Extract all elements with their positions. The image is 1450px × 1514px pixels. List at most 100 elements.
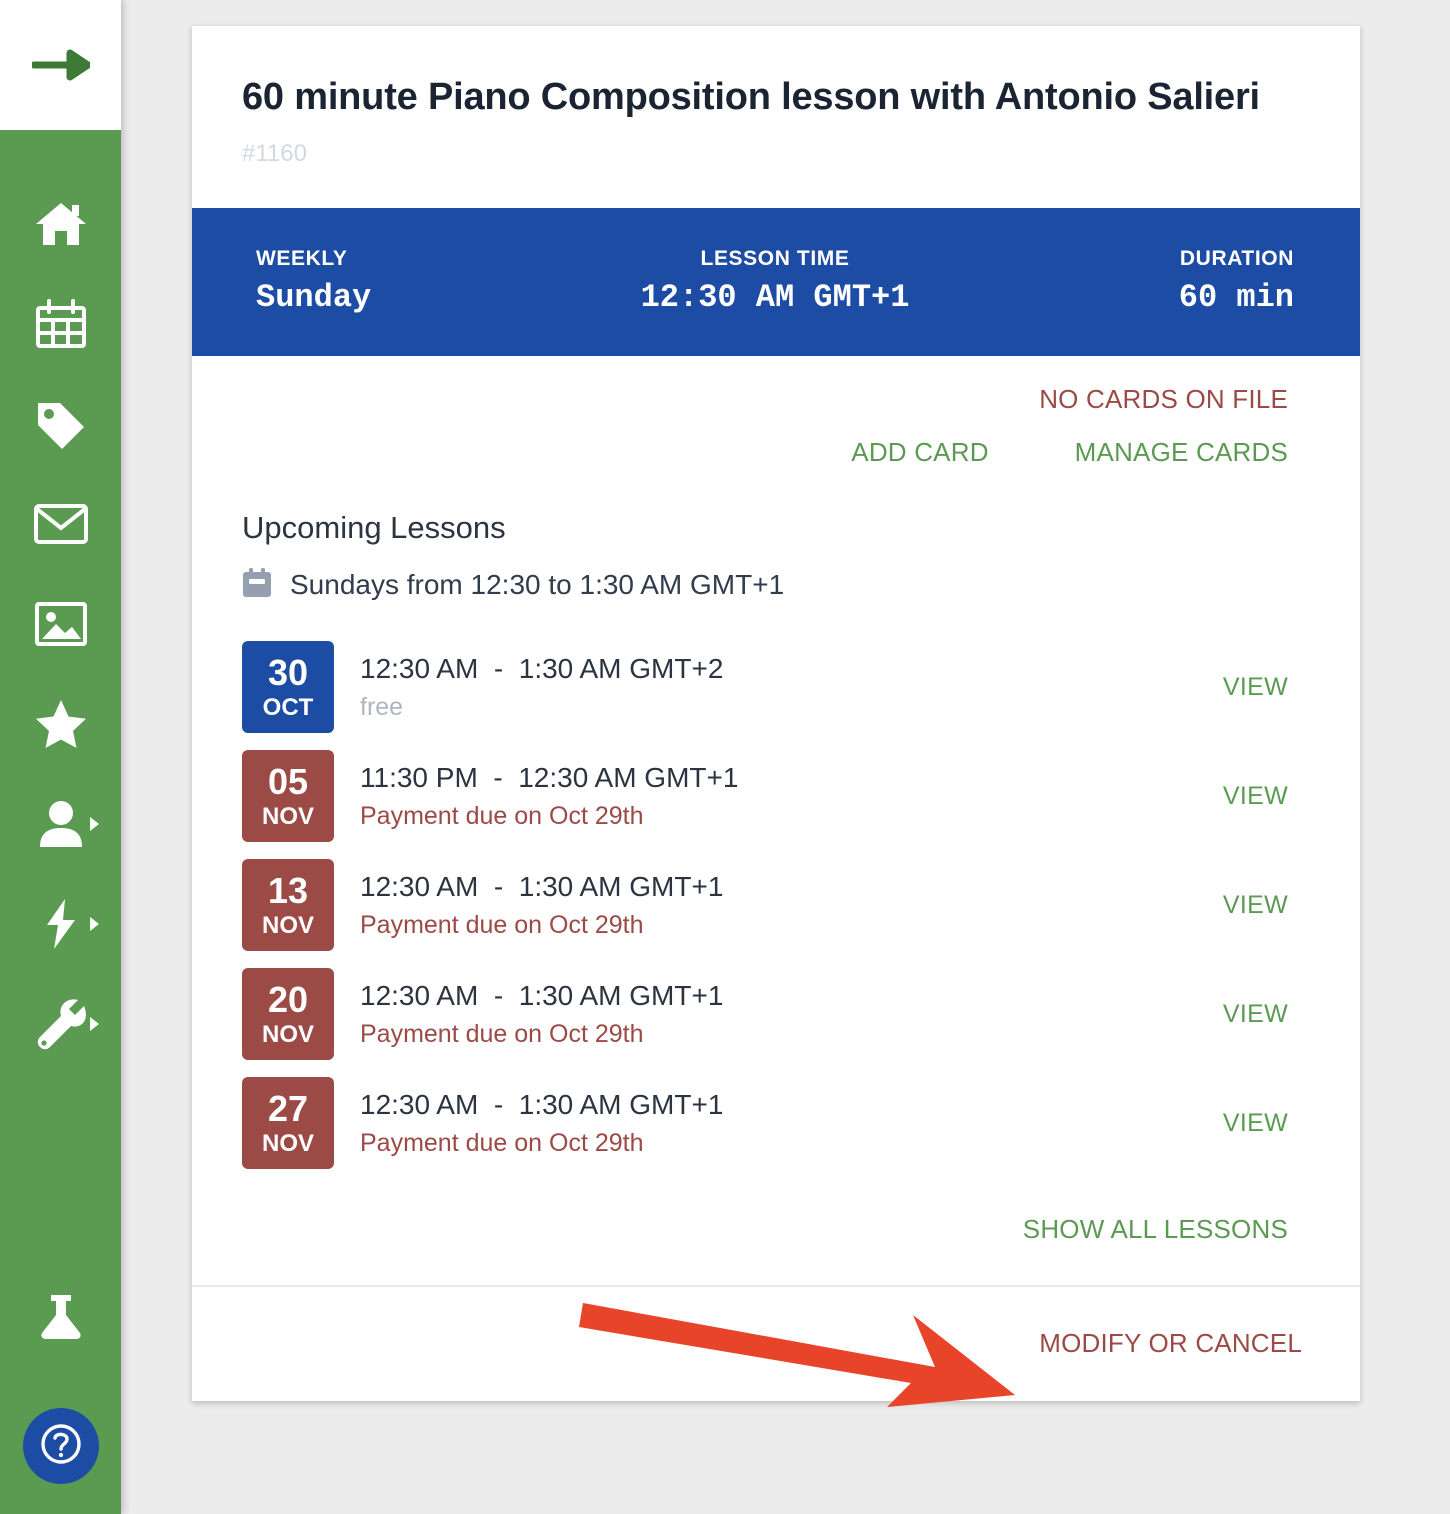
sidebar-item-home[interactable] [0,174,121,274]
lesson-row: 20 NOV 12:30 AM - 1:30 AM GMT+1 Payment due… [242,960,1288,1069]
image-icon [34,601,88,647]
arrow-right-icon [31,40,90,90]
card-header: 60 minute Piano Composition lesson with … [192,26,1360,208]
summary-time-value: 12:30 AM GMT+1 [640,279,910,317]
tag-icon [34,399,88,449]
card-actions: ADD CARD MANAGE CARDS [192,437,1288,468]
lesson-date-day: 13 [267,869,309,911]
lesson-list: 30 OCT 12:30 AM - 1:30 AM GMT+2 free VIEW 05 N… [242,633,1288,1178]
lesson-row: 05 NOV 11:30 PM - 12:30 AM GMT+1 Payment du… [242,742,1288,851]
sidebar-item-calendar[interactable] [0,274,121,374]
summary-recurrence-label: WEEKLY [256,247,348,271]
summary-time-label: LESSON TIME [700,247,850,271]
sidebar-bottom-group [0,1260,121,1514]
help-button-wrapper [0,1378,121,1514]
lesson-info: 12:30 AM - 1:30 AM GMT+1 Payment due on O… [334,980,1223,1049]
sidebar-item-messages[interactable] [0,474,121,574]
sidebar-item-settings[interactable] [0,974,121,1074]
sidebar-item-activity[interactable] [0,874,121,974]
chevron-right-icon [90,1017,99,1031]
user-icon [38,799,84,849]
lesson-info: 12:30 AM - 1:30 AM GMT+2 free [334,653,1223,722]
star-icon [34,698,88,750]
sidebar-item-labs[interactable] [0,1260,121,1378]
show-all-row: SHOW ALL LESSONS [192,1178,1360,1285]
sidebar-toggle-button[interactable] [0,0,121,130]
upcoming-lessons-section: Upcoming Lessons Sundays from 12:30 to 1… [192,478,1360,1178]
lesson-id: #1160 [242,139,307,167]
lesson-time-range: 12:30 AM - 1:30 AM GMT+1 [360,979,724,1011]
envelope-icon [33,502,89,546]
lesson-row: 30 OCT 12:30 AM - 1:30 AM GMT+2 free VIEW [242,633,1288,742]
show-all-lessons-link[interactable]: SHOW ALL LESSONS [1023,1214,1288,1244]
lesson-date-month: NOV [261,1129,314,1157]
lesson-info: 11:30 PM - 12:30 AM GMT+1 Payment due on … [334,762,1223,831]
lesson-payment-due-label: Payment due on Oct 29th [360,801,644,830]
chevron-right-icon [90,817,99,831]
lesson-date-month: NOV [261,802,314,830]
lesson-time-range: 12:30 AM - 1:30 AM GMT+1 [360,870,724,902]
lesson-payment-due-label: Payment due on Oct 29th [360,910,644,939]
lesson-date-month: OCT [262,693,314,721]
lesson-payment-due-label: Payment due on Oct 29th [360,1019,644,1048]
sidebar-item-media[interactable] [0,574,121,674]
lesson-row: 27 NOV 12:30 AM - 1:30 AM GMT+1 Payment due… [242,1069,1288,1178]
page-title: 60 minute Piano Composition lesson with … [242,76,1260,118]
lesson-row: 13 NOV 12:30 AM - 1:30 AM GMT+1 Payment due… [242,851,1288,960]
lesson-date-badge: 27 NOV [242,1077,334,1170]
sidebar-item-students[interactable] [0,774,121,874]
calendar-icon [35,299,87,349]
lesson-summary-band: WEEKLY Sunday LESSON TIME 12:30 AM GMT+1… [192,207,1360,356]
summary-recurrence: WEEKLY Sunday [256,247,602,316]
sidebar-item-tags[interactable] [0,374,121,474]
wrench-icon [34,998,88,1050]
lesson-info: 12:30 AM - 1:30 AM GMT+1 Payment due on O… [334,1089,1223,1158]
view-lesson-link[interactable]: VIEW [1223,1000,1288,1029]
lesson-date-day: 05 [267,760,309,802]
lesson-date-day: 20 [267,978,309,1020]
view-lesson-link[interactable]: VIEW [1223,891,1288,920]
lesson-date-month: NOV [261,911,314,939]
lesson-info: 12:30 AM - 1:30 AM GMT+1 Payment due on O… [334,871,1223,940]
flask-icon [38,1293,84,1346]
modify-or-cancel-link[interactable]: MODIFY OR CANCEL [1039,1328,1302,1359]
summary-duration: DURATION 60 min [948,247,1294,316]
lesson-date-badge: 30 OCT [242,641,334,734]
view-lesson-link[interactable]: VIEW [1223,673,1288,702]
upcoming-lessons-heading: Upcoming Lessons [242,509,506,545]
lesson-date-month: NOV [261,1020,314,1048]
view-lesson-link[interactable]: VIEW [1223,782,1288,811]
sidebar-nav-list [0,130,121,1074]
summary-lesson-time: LESSON TIME 12:30 AM GMT+1 [602,247,948,316]
lesson-date-day: 30 [267,651,309,693]
calendar-icon [242,567,272,603]
lesson-time-range: 11:30 PM - 12:30 AM GMT+1 [360,761,739,793]
card-footer: MODIFY OR CANCEL [192,1284,1360,1401]
manage-cards-link[interactable]: MANAGE CARDS [1075,437,1288,468]
add-card-link[interactable]: ADD CARD [851,437,988,468]
view-lesson-link[interactable]: VIEW [1223,1109,1288,1138]
sidebar [0,0,121,1514]
bolt-icon [43,898,79,950]
lesson-date-badge: 05 NOV [242,750,334,843]
summary-duration-label: DURATION [1179,247,1294,271]
lesson-detail-card: 60 minute Piano Composition lesson with … [192,26,1360,1401]
sidebar-item-reviews[interactable] [0,674,121,774]
lesson-free-label: free [360,692,404,721]
payment-cards-block: NO CARDS ON FILE ADD CARD MANAGE CARDS [192,356,1360,478]
summary-duration-value: 60 min [1178,279,1294,317]
lesson-time-range: 12:30 AM - 1:30 AM GMT+2 [360,652,724,684]
chevron-right-icon [90,917,99,931]
help-button[interactable] [22,1408,99,1484]
lesson-date-day: 27 [267,1087,309,1129]
question-mark-icon [38,1421,84,1472]
recurrence-summary-row: Sundays from 12:30 to 1:30 AM GMT+1 [242,567,1288,603]
lesson-date-badge: 13 NOV [242,859,334,952]
recurrence-summary-text: Sundays from 12:30 to 1:30 AM GMT+1 [290,569,785,601]
lesson-time-range: 12:30 AM - 1:30 AM GMT+1 [360,1088,724,1120]
lesson-date-badge: 20 NOV [242,968,334,1061]
lesson-payment-due-label: Payment due on Oct 29th [360,1128,644,1157]
no-cards-status: NO CARDS ON FILE [1039,383,1288,414]
summary-recurrence-value: Sunday [256,279,372,317]
home-icon [34,200,88,248]
